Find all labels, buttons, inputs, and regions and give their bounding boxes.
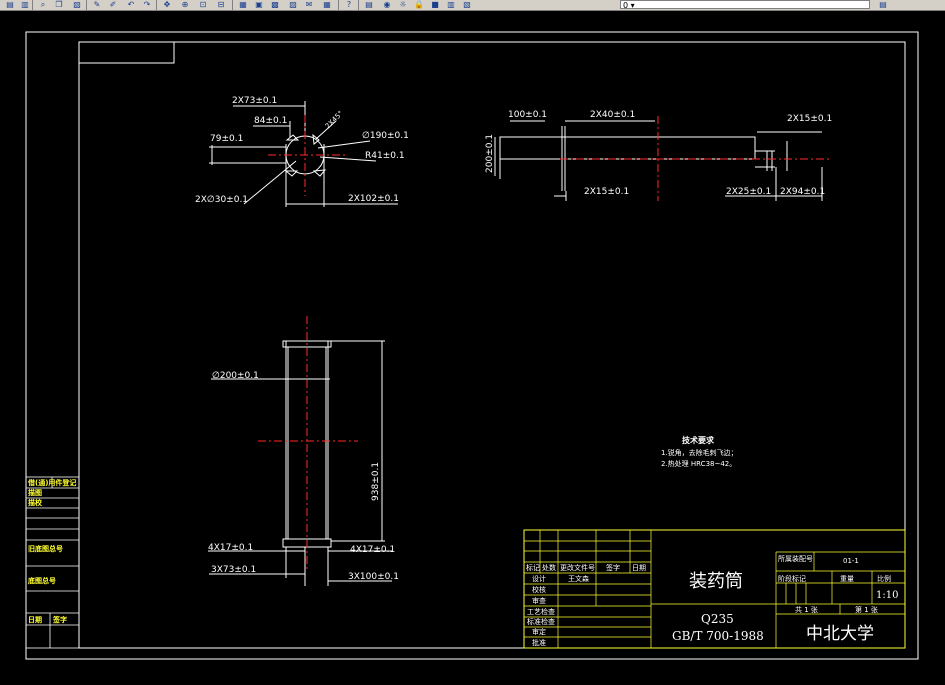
tb-designer: 王文森 xyxy=(568,574,589,583)
material: Q235 xyxy=(701,612,734,626)
tb-sheets-total: 共 1 张 xyxy=(795,605,818,614)
dim-2x102: 2X102±0.1 xyxy=(348,194,399,204)
tb-std-label: 标准检查 xyxy=(527,617,555,626)
layer-dropdown[interactable]: 0 ▾ xyxy=(620,0,870,10)
dim-100: 100±0.1 xyxy=(508,110,547,120)
toolbar-separator xyxy=(338,0,339,10)
material-standard: GB/T 700-1988 xyxy=(672,629,764,643)
dim-phi190: ∅190±0.1 xyxy=(362,131,409,141)
zoom-icon[interactable]: ⌕ xyxy=(36,0,50,9)
help-icon[interactable]: ? xyxy=(342,0,356,9)
zoom-realtime-icon[interactable]: ⊕ xyxy=(178,0,192,9)
redo-icon[interactable]: ↷ xyxy=(140,0,154,9)
dim-2x40: 2X40±0.1 xyxy=(590,110,635,120)
toolbar: ▤ ▥ ⌕ ❐ ▧ ✎ ✐ ↶ ↷ ✥ ⊕ ⊡ ⊟ ▦ ▣ ▩ ▨ ✉ ▦? ▤ ◉ ☼ 🔒 ■ ▥ ▧ 0 ▾ ▤ xyxy=(0,0,945,11)
dim-2x94: 2X94±0.1 xyxy=(780,187,825,197)
corner-code-box xyxy=(78,41,175,64)
toolbar-separator xyxy=(32,0,33,10)
layer-state-icon[interactable]: ▤ xyxy=(876,0,890,9)
dim-2x25: 2X25±0.1 xyxy=(726,187,771,197)
color-icon[interactable]: ■ xyxy=(428,0,442,9)
tb-stage-label: 阶段标记 xyxy=(778,574,806,583)
strip-label-tracecheck: 描校 xyxy=(28,498,43,507)
layer-state-icon[interactable]: ▥ xyxy=(444,0,458,9)
toolbar-separator xyxy=(232,0,233,10)
dim-84: 84±0.1 xyxy=(254,116,287,126)
tb-approve-label: 审定 xyxy=(532,627,546,636)
strip-label-sign: 签字 xyxy=(52,615,67,624)
match-icon[interactable]: ✐ xyxy=(106,0,120,9)
drawing-canvas[interactable]: 借(通)用件登记 描图 描校 旧底图总号 底图总号 日期 签字 2X73±0.1… xyxy=(0,11,945,685)
markup-icon[interactable]: ✉ xyxy=(302,0,316,9)
tech-heading: 技术要求 xyxy=(682,435,715,445)
dim-200: 200±0.1 xyxy=(485,134,495,173)
tb-col-count: 处数 xyxy=(542,563,556,572)
properties-icon[interactable]: ▦ xyxy=(236,0,250,9)
toolpalette-icon[interactable]: ▩ xyxy=(268,0,282,9)
dim-2x45: 2X45° xyxy=(324,109,345,130)
layers-icon[interactable]: ▤ xyxy=(3,0,17,9)
designcenter-icon[interactable]: ▣ xyxy=(252,0,266,9)
calc-icon[interactable]: ▦ xyxy=(320,0,334,9)
strip-label-date: 日期 xyxy=(28,615,42,624)
tb-scale-label: 比例 xyxy=(877,574,891,583)
dim-3x100: 3X100±0.1 xyxy=(348,572,399,582)
copy-icon[interactable]: ❐ xyxy=(52,0,66,9)
zoom-window-icon[interactable]: ⊡ xyxy=(196,0,210,9)
strip-label-trace: 描图 xyxy=(28,488,42,497)
paste-icon[interactable]: ▧ xyxy=(70,0,84,9)
bulb-icon[interactable]: ◉ xyxy=(380,0,394,9)
dim-4x17-right: 4X17±0.1 xyxy=(350,545,395,555)
dim-2x73: 2X73±0.1 xyxy=(232,96,277,106)
tb-sheet-no: 第 1 张 xyxy=(855,605,878,614)
tb-check-label: 校核 xyxy=(532,585,546,594)
dim-phi200: ∅200±0.1 xyxy=(212,371,259,381)
dim-2x15-top: 2X15±0.1 xyxy=(787,114,832,124)
outer-frame xyxy=(25,31,919,660)
part-name: 装药筒 xyxy=(689,571,743,592)
tech-line-2: 2.热处理 HRC38~42。 xyxy=(661,459,736,468)
dim-r41: R41±0.1 xyxy=(365,151,405,161)
dim-2x15-bottom: 2X15±0.1 xyxy=(584,187,629,197)
dim-938: 938±0.1 xyxy=(371,462,381,501)
strip-label-base: 底图总号 xyxy=(28,576,56,585)
toolbar-separator xyxy=(358,0,359,10)
undo-icon[interactable]: ↶ xyxy=(124,0,138,9)
toolbar-separator xyxy=(86,0,87,10)
strip-label-borrow: 借(通)用件登记 xyxy=(27,478,76,487)
dim-79: 79±0.1 xyxy=(210,134,243,144)
tech-line-1: 1.锐角，去除毛刺飞边； xyxy=(661,448,738,457)
layer-manager-icon[interactable]: ▤ xyxy=(362,0,376,9)
layer-prev-icon[interactable]: ▧ xyxy=(460,0,474,9)
dim-3x73: 3X73±0.1 xyxy=(211,565,256,575)
tb-scale-value: 1:10 xyxy=(876,590,898,601)
tb-col-date: 日期 xyxy=(632,564,646,572)
tb-weight-label: 重量 xyxy=(840,575,854,583)
tb-col-sign: 签字 xyxy=(606,563,620,572)
tb-ratify-label: 批准 xyxy=(532,638,546,647)
tb-col-mark: 标记 xyxy=(526,563,540,572)
brush-icon[interactable]: ✎ xyxy=(90,0,104,9)
layers2-icon[interactable]: ▥ xyxy=(18,0,32,9)
dim-2x-phi30: 2X∅30±0.1 xyxy=(195,195,248,205)
dim-4x17-left: 4X17±0.1 xyxy=(208,543,253,553)
zoom-prev-icon[interactable]: ⊟ xyxy=(214,0,228,9)
school-name: 中北大学 xyxy=(806,624,874,644)
tb-design-label: 设计 xyxy=(532,574,546,583)
toolbar-separator xyxy=(156,0,157,10)
tb-process-label: 工艺检查 xyxy=(527,607,555,616)
lock-icon[interactable]: 🔒 xyxy=(412,0,426,9)
tb-assembly-no-label: 所属装配号 xyxy=(778,554,813,563)
sheetset-icon[interactable]: ▨ xyxy=(286,0,300,9)
tb-col-change-doc: 更改文件号 xyxy=(560,563,595,572)
tb-assembly-no-value: 01-1 xyxy=(843,557,859,565)
sun-icon[interactable]: ☼ xyxy=(396,0,410,9)
tb-review-label: 审查 xyxy=(532,596,546,605)
pan-icon[interactable]: ✥ xyxy=(160,0,174,9)
strip-label-old-base: 旧底图总号 xyxy=(28,544,63,553)
